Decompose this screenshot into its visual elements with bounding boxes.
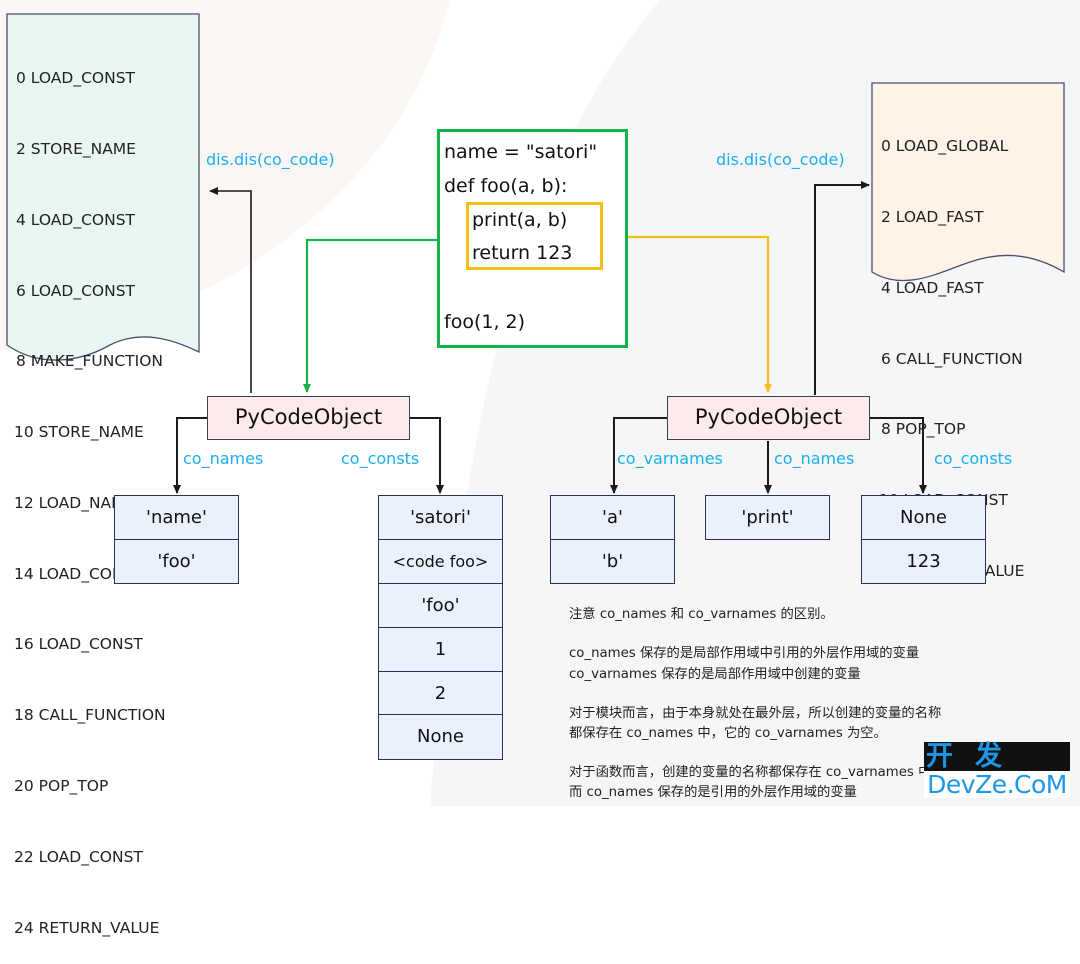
function-co-varnames-list: 'a' 'b' (550, 495, 675, 585)
note-line: 注意 co_names 和 co_varnames 的区别。 (569, 607, 834, 622)
note-line: 都保存在 co_names 中，它的 co_varnames 为空。 (569, 726, 887, 741)
watermark-en: DevZe.CoM (924, 771, 1070, 798)
watermark-logo: 开发者 DevZe.CoM (924, 741, 1070, 802)
co-consts-item: None (378, 714, 503, 760)
note-line: co_names 保存的是局部作用域中引用的外层作用域的变量 (569, 646, 920, 661)
bytecode-line: 24 RETURN_VALUE (14, 918, 160, 937)
co-names-item: 'print' (705, 495, 830, 541)
bytecode-line: 2 STORE_NAME (16, 139, 136, 158)
function-co-consts-list: None 123 (861, 495, 986, 585)
watermark-cn: 开发者 (926, 741, 1024, 802)
left-bytecode-listing: 0 LOAD_CONST 2 STORE_NAME 4 LOAD_CONST 6… (14, 20, 166, 964)
module-co-names-label: co_names (183, 449, 264, 468)
bytecode-line: 4 LOAD_FAST (881, 278, 984, 297)
note-line: co_varnames 保存的是局部作用域中创建的变量 (569, 667, 861, 682)
module-co-names-list: 'name' 'foo' (114, 495, 239, 585)
code-line: return 123 (472, 242, 573, 264)
module-co-consts-label: co_consts (341, 449, 420, 468)
code-line: name = "satori" (444, 141, 598, 163)
function-code-object: PyCodeObject (667, 396, 870, 440)
module-code-object: PyCodeObject (207, 396, 410, 440)
function-co-varnames-label: co_varnames (617, 449, 723, 468)
bytecode-line: 0 LOAD_CONST (16, 69, 136, 88)
bytecode-line: 10 STORE_NAME (14, 423, 144, 442)
bytecode-line: 6 LOAD_CONST (16, 281, 136, 300)
bytecode-line: 16 LOAD_CONST (14, 635, 143, 654)
function-co-names-label: co_names (774, 449, 855, 468)
bytecode-line: 4 LOAD_CONST (16, 210, 136, 229)
bytecode-line: 2 LOAD_FAST (881, 207, 984, 226)
bytecode-line: 18 CALL_FUNCTION (14, 706, 166, 725)
module-co-consts-list: 'satori' <code foo> 'foo' 1 2 None (378, 495, 503, 760)
bytecode-line: 8 POP_TOP (881, 420, 966, 439)
co-names-item: 'foo' (114, 538, 239, 585)
co-consts-item: 'foo' (378, 582, 503, 629)
co-consts-item: 1 (378, 626, 503, 673)
bytecode-line: 6 CALL_FUNCTION (881, 349, 1023, 368)
code-line: foo(1, 2) (444, 311, 526, 333)
code-line: def foo(a, b): (444, 175, 568, 197)
module-code-arrow (303, 238, 438, 393)
co-varnames-item: 'a' (550, 495, 675, 541)
function-co-names-list: 'print' (705, 495, 830, 541)
co-consts-item: 2 (378, 670, 503, 716)
note-line: 对于模块而言，由于本身就处在最外层，所以创建的变量的名称 (569, 706, 942, 721)
left-dis-label: dis.dis(co_code) (206, 150, 335, 169)
right-dis-arrow (814, 181, 870, 395)
co-consts-item: <code foo> (378, 538, 503, 585)
co-consts-item: 123 (861, 538, 986, 585)
bytecode-line: 20 POP_TOP (14, 777, 109, 795)
bytecode-line: 0 LOAD_GLOBAL (881, 137, 1009, 156)
left-dis-arrow (209, 187, 252, 393)
right-dis-label: dis.dis(co_code) (716, 150, 845, 169)
co-varnames-item: 'b' (550, 538, 675, 585)
bytecode-line: 8 MAKE_FUNCTION (16, 352, 163, 371)
co-consts-item: None (861, 495, 986, 541)
co-consts-item: 'satori' (378, 495, 503, 541)
note-line: 对于函数而言，创建的变量的名称都保存在 co_varnames 中， (569, 765, 945, 780)
code-line: print(a, b) (472, 209, 568, 231)
co-names-item: 'name' (114, 495, 239, 541)
note-line: 而 co_names 保存的是引用的外层作用域的变量 (569, 785, 857, 800)
bytecode-line: 22 LOAD_CONST (14, 847, 143, 866)
function-co-consts-label: co_consts (934, 449, 1013, 468)
